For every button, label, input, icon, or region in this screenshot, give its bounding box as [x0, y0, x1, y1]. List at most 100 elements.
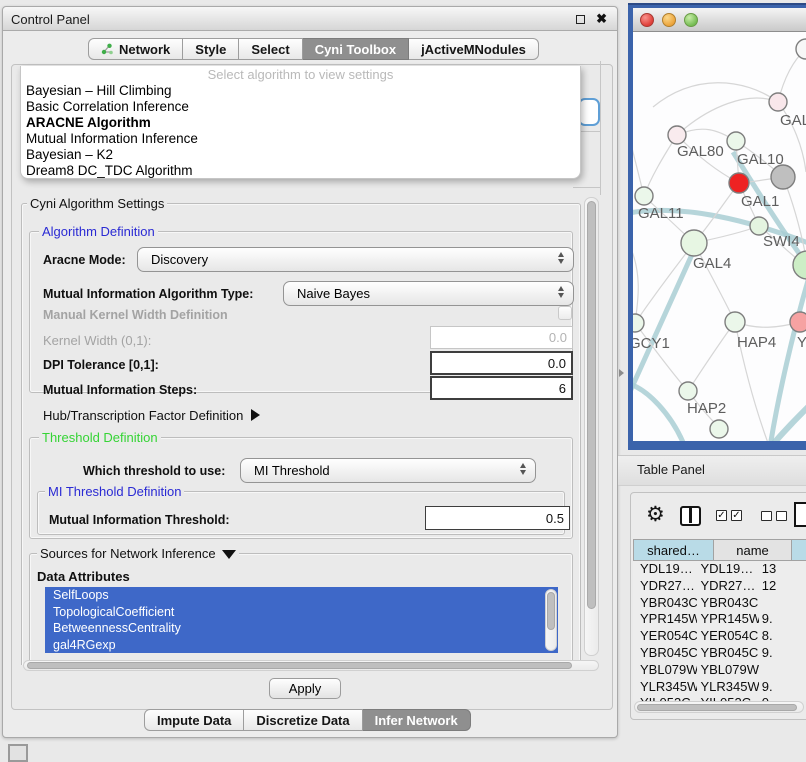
network-node[interactable]	[727, 132, 745, 150]
panel-divider-grip[interactable]	[619, 369, 624, 377]
algorithm-option[interactable]: Bayesian – Hill Climbing	[21, 83, 580, 99]
hub-definition-toggle[interactable]: Hub/Transcription Factor Definition	[43, 408, 260, 423]
network-node[interactable]	[729, 173, 749, 193]
table-cell[interactable]: YBR045C	[633, 645, 697, 662]
table-horizontal-scrollbar[interactable]	[634, 701, 804, 713]
tab-select[interactable]: Select	[239, 38, 302, 60]
dpi-tolerance-field[interactable]: 0.0	[430, 351, 573, 375]
algorithm-option[interactable]: Bayesian – K2	[21, 147, 580, 163]
checked-box-icon[interactable]: ✓	[716, 510, 727, 521]
mi-steps-field[interactable]: 6	[430, 376, 573, 400]
checked-box-icon[interactable]: ✓	[731, 510, 742, 521]
network-node[interactable]	[681, 230, 707, 256]
attributes-list-scrollbar[interactable]	[545, 589, 557, 651]
tab-style[interactable]: Style	[183, 38, 239, 60]
table-cell[interactable]: 8.	[759, 628, 806, 645]
network-window-titlebar[interactable]	[633, 8, 806, 32]
table-cell[interactable]: YDL19…	[633, 561, 697, 578]
table-cell[interactable]: YBR043C	[697, 595, 758, 612]
table-row[interactable]: YER054CYER054C8.	[633, 628, 806, 645]
network-node[interactable]	[793, 251, 806, 279]
unchecked-box-icon[interactable]	[761, 511, 772, 521]
table-cell[interactable]: YBL079W	[697, 662, 758, 679]
table-cell[interactable]: YER054C	[697, 628, 758, 645]
unchecked-box-icon[interactable]	[776, 511, 787, 521]
tab-infer-network[interactable]: Infer Network	[363, 709, 471, 731]
table-cell[interactable]: 12	[759, 578, 806, 595]
table-cell[interactable]: YPR145W	[697, 611, 758, 628]
tab-discretize-data[interactable]: Discretize Data	[244, 709, 362, 731]
data-attribute-item[interactable]: gal4RGexp	[45, 637, 558, 654]
algorithm-option[interactable]: Basic Correlation Inference	[21, 99, 580, 115]
table-cell[interactable]: YBR043C	[633, 595, 697, 612]
tab-cyni-toolbox[interactable]: Cyni Toolbox	[303, 38, 409, 60]
table-row[interactable]: YBR045CYBR045C9.	[633, 645, 806, 662]
mi-threshold-field[interactable]: 0.5	[425, 506, 570, 530]
table-row[interactable]: YDL19…YDL19…13	[633, 561, 806, 578]
tab-impute-data[interactable]: Impute Data	[144, 709, 244, 731]
algorithm-option[interactable]: ARACNE Algorithm	[21, 115, 580, 131]
table-cell[interactable]	[759, 662, 806, 679]
table-row[interactable]: YBL079WYBL079W	[633, 662, 806, 679]
table-row[interactable]: YBR043CYBR043C	[633, 595, 806, 612]
close-traffic-light-icon[interactable]	[640, 13, 654, 27]
sources-toggle[interactable]: Sources for Network Inference	[37, 546, 239, 561]
data-attribute-item[interactable]: SelfLoops	[45, 587, 558, 604]
network-node[interactable]	[769, 93, 787, 111]
close-icon[interactable]: ✖	[596, 11, 607, 27]
column-header[interactable]: name	[714, 539, 792, 561]
table-row[interactable]: YLR345WYLR345W9.	[633, 679, 806, 696]
gear-icon[interactable]: ⚙	[646, 503, 665, 527]
network-canvas[interactable]: GALGAL80GAL10GAL1GAL11SWI4GAL4GCY1HAP4YH…	[633, 32, 806, 441]
mi-type-combo[interactable]: Naive Bayes	[283, 281, 574, 306]
network-node[interactable]	[725, 312, 745, 332]
network-node[interactable]	[796, 39, 806, 59]
settings-horizontal-scrollbar[interactable]	[23, 660, 599, 671]
table-cell[interactable]: YLR345W	[633, 679, 697, 696]
network-node[interactable]	[771, 165, 795, 189]
column-header[interactable]: A	[792, 539, 806, 561]
table-cell[interactable]: YPR145W	[633, 611, 697, 628]
tab-jactivemnodules[interactable]: jActiveMNodules	[409, 38, 539, 60]
table-cell[interactable]: YDR27…	[697, 578, 758, 595]
table-cell[interactable]: YBR045C	[697, 645, 758, 662]
data-attribute-item[interactable]: BetweennessCentrality	[45, 620, 558, 637]
table-row[interactable]: YDR27…YDR27…12	[633, 578, 806, 595]
data-attribute-item[interactable]: TopologicalCoefficient	[45, 604, 558, 621]
table-cell[interactable]: 9.	[759, 645, 806, 662]
apply-button[interactable]: Apply	[269, 678, 341, 699]
manual-kernel-label: Manual Kernel Width Definition	[43, 308, 228, 322]
table-cell[interactable]: YLR345W	[697, 679, 758, 696]
control-panel-window: Control Panel ✖ Network StyleSelectCyni T…	[2, 6, 618, 738]
network-node[interactable]	[790, 312, 806, 332]
split-columns-icon[interactable]	[680, 506, 701, 526]
network-node[interactable]	[710, 420, 728, 438]
table-row[interactable]: YPR145WYPR145W9.	[633, 611, 806, 628]
network-node[interactable]	[679, 382, 697, 400]
table-cell[interactable]: 9.	[759, 611, 806, 628]
which-threshold-combo[interactable]: MI Threshold	[240, 458, 536, 483]
table-cell[interactable]	[759, 595, 806, 612]
float-window-icon[interactable]	[576, 15, 585, 24]
network-node[interactable]	[635, 187, 653, 205]
network-node[interactable]	[633, 314, 644, 332]
table-cell[interactable]: YBL079W	[633, 662, 697, 679]
table-cell[interactable]: 9.	[759, 679, 806, 696]
network-node[interactable]	[668, 126, 686, 144]
table-cell[interactable]: YER054C	[633, 628, 697, 645]
tab-network[interactable]: Network	[88, 38, 183, 60]
table-cell[interactable]: YDR27…	[633, 578, 697, 595]
zoom-traffic-light-icon[interactable]	[684, 13, 698, 27]
tab-label: Network	[119, 42, 170, 57]
table-cell[interactable]: 13	[759, 561, 806, 578]
minimized-panel-icon[interactable]	[8, 744, 28, 762]
algorithm-option[interactable]: Mutual Information Inference	[21, 131, 580, 147]
document-icon[interactable]	[794, 502, 806, 527]
algorithm-option[interactable]: Dream8 DC_TDC Algorithm	[21, 163, 580, 179]
aracne-mode-combo[interactable]: Discovery	[137, 247, 574, 272]
settings-vertical-scrollbar[interactable]	[584, 197, 599, 656]
column-header[interactable]: shared…	[633, 539, 714, 561]
control-panel-titlebar[interactable]: Control Panel ✖	[3, 7, 617, 31]
minimize-traffic-light-icon[interactable]	[662, 13, 676, 27]
table-cell[interactable]: YDL19…	[697, 561, 758, 578]
